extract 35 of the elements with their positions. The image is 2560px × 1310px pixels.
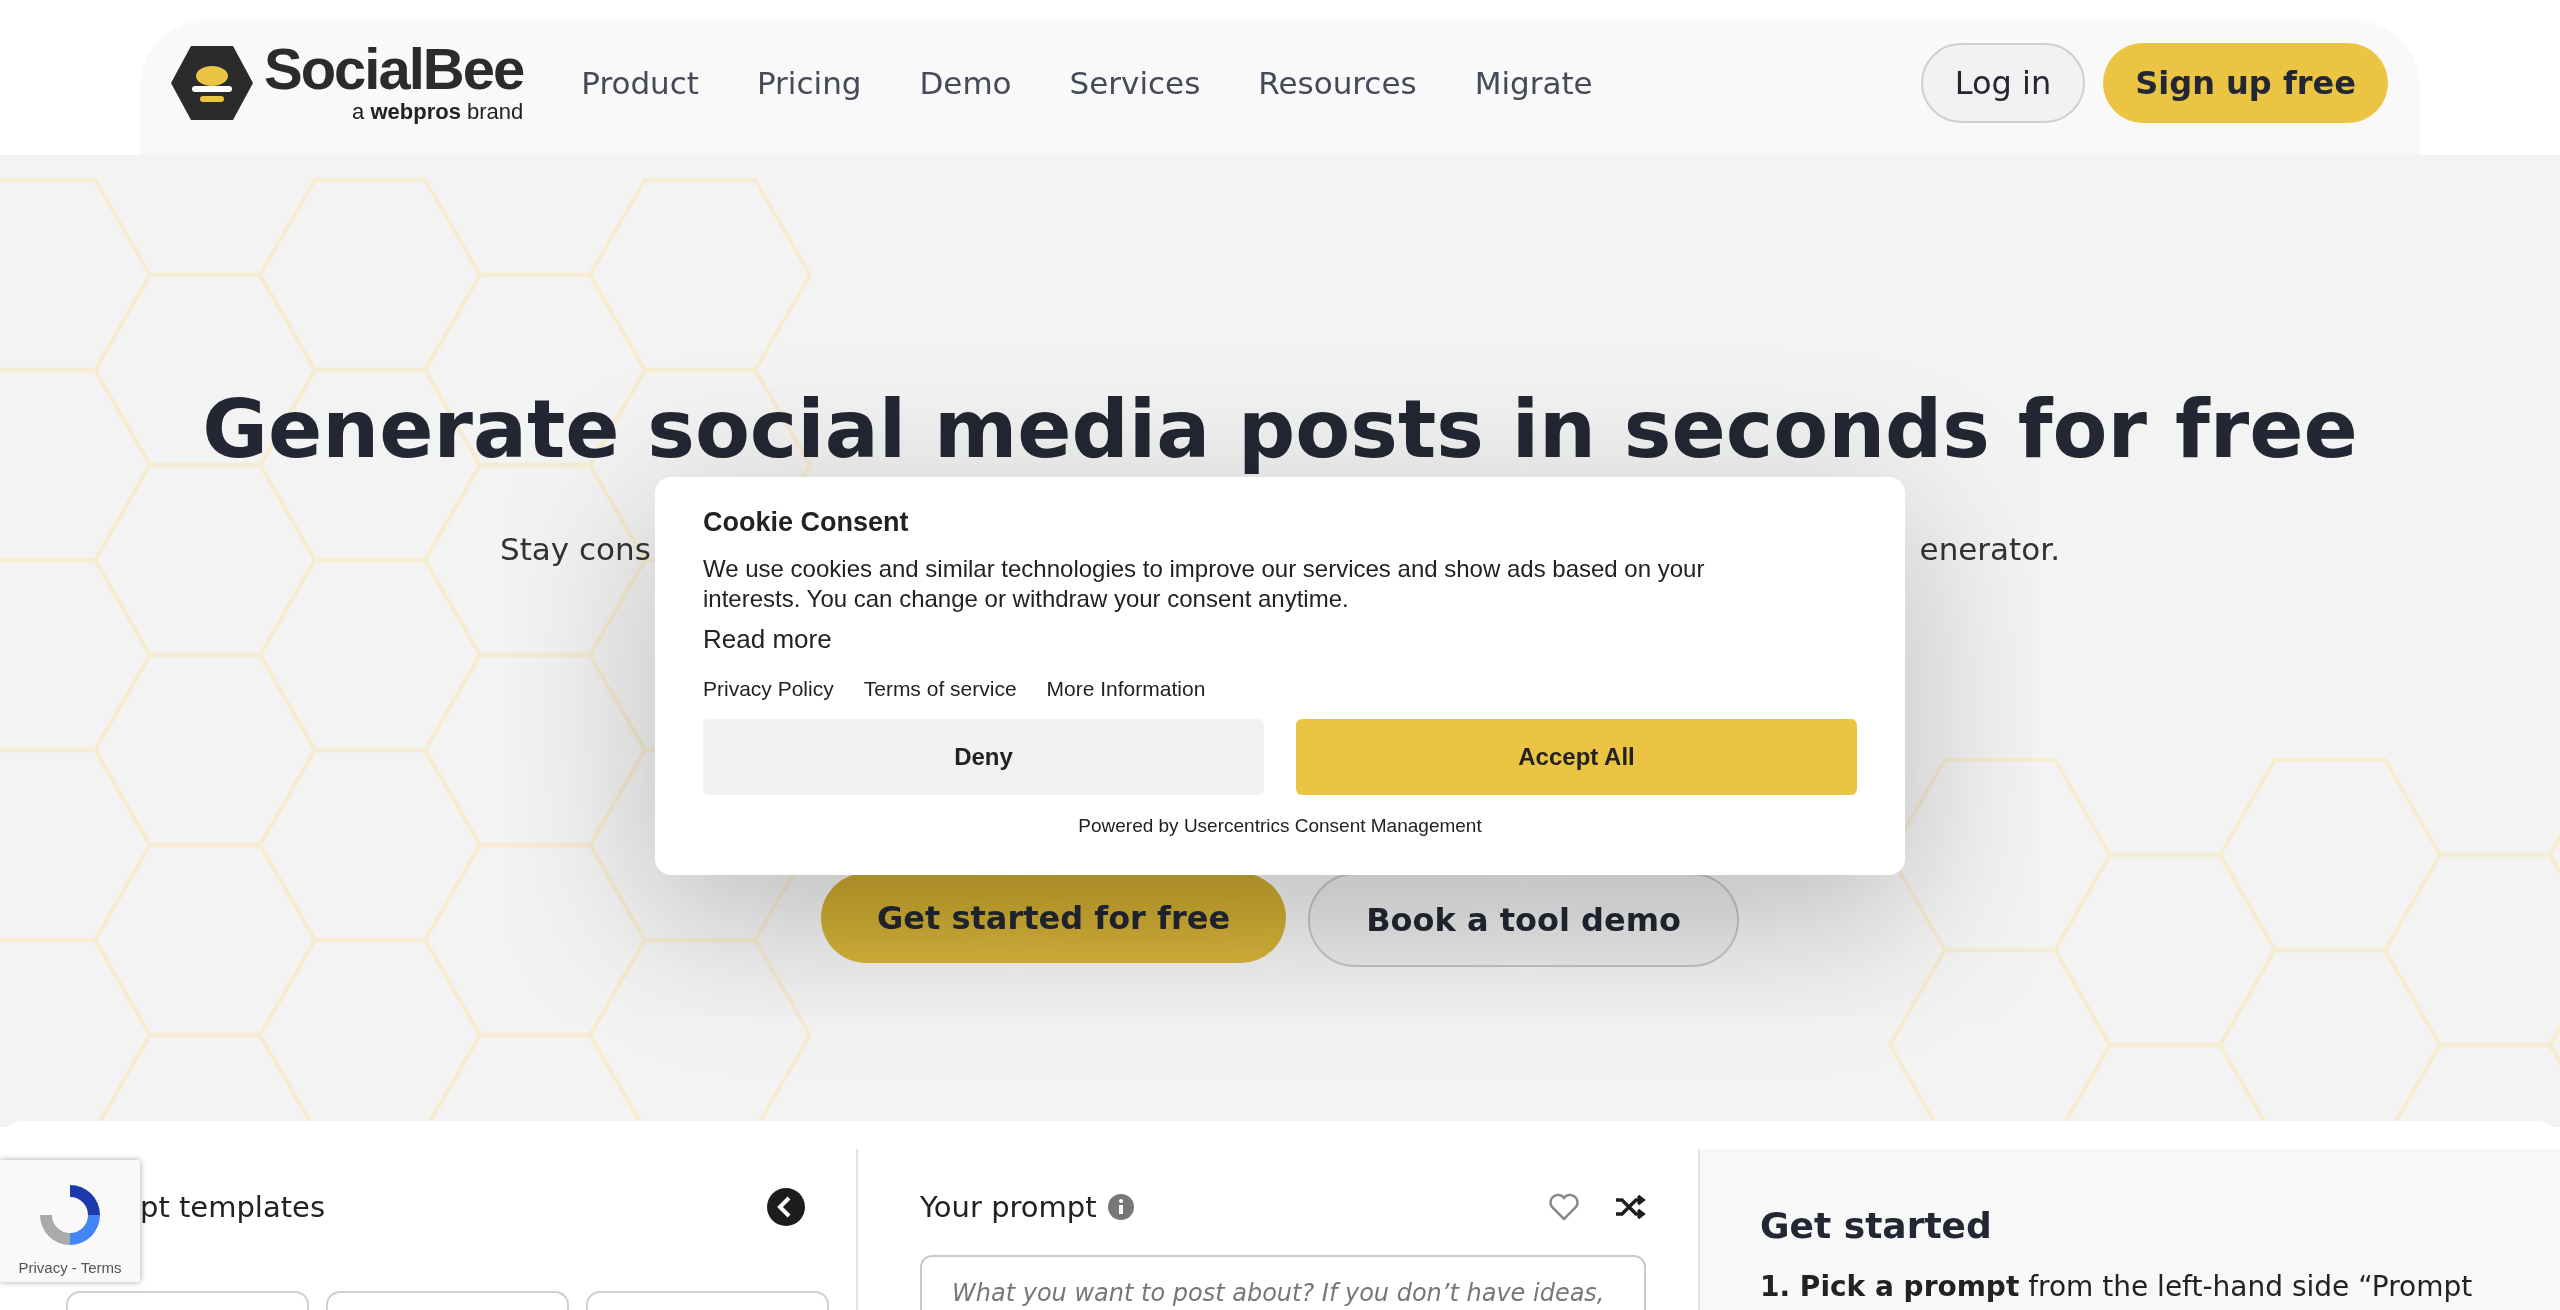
prompt-input-field[interactable]: What you want to post about? If you don’t have ideas, xyxy=(920,1255,1646,1310)
book-demo-button[interactable]: Book a tool demo xyxy=(1308,873,1739,967)
bee-logo-icon xyxy=(170,43,254,122)
dialog-text: We use cookies and similar technologies to improve our services and show ads based on your interests. You can change or withdraw your consent anytime. xyxy=(703,554,1706,614)
nav-link[interactable]: Services xyxy=(1069,64,1201,101)
hero-subtitle: Stay cons xyxy=(500,530,651,569)
policy-link[interactable]: Terms of service xyxy=(863,677,1017,701)
nav-link[interactable]: Migrate xyxy=(1474,64,1593,101)
dialog-title: Cookie Consent xyxy=(703,507,910,538)
read-more-link[interactable]: Read more xyxy=(703,624,832,655)
deny-button[interactable]: Deny xyxy=(703,719,1264,795)
recaptcha-links[interactable]: Privacy - Terms xyxy=(18,1259,122,1276)
step-text: 1. Pick a prompt from the left-hand side “Prompt xyxy=(1760,1270,2474,1303)
section-title: Get started xyxy=(1760,1205,1993,1246)
log-in-button[interactable]: Log in xyxy=(1920,42,2086,123)
nav-link[interactable]: Demo xyxy=(919,64,1012,101)
powered-by-text: Powered by Usercentrics Consent Management xyxy=(1077,815,1483,837)
policy-link[interactable]: Privacy Policy xyxy=(703,677,834,701)
sign-up-button[interactable]: Sign up free xyxy=(2103,42,2388,123)
back-icon[interactable] xyxy=(766,1187,806,1227)
nav-link[interactable]: Product xyxy=(581,64,699,101)
logo-wordmark[interactable]: SocialBee xyxy=(264,40,524,99)
policy-link[interactable]: More Information xyxy=(1046,677,1206,701)
hero-subtitle: enerator. xyxy=(1919,530,2060,569)
heart-icon[interactable] xyxy=(1548,1193,1580,1221)
nav-link[interactable]: Pricing xyxy=(756,64,862,101)
logo-tagline: a webpros brand xyxy=(352,100,524,125)
get-started-button[interactable]: Get started for free xyxy=(821,873,1287,963)
panel-title: Your prompt xyxy=(920,1190,1097,1224)
nav-link[interactable]: Resources xyxy=(1258,64,1417,101)
panel-title: pt templates xyxy=(140,1190,326,1224)
info-icon[interactable] xyxy=(1106,1193,1135,1221)
shuffle-icon[interactable] xyxy=(1614,1193,1646,1221)
accept-all-button[interactable]: Accept All xyxy=(1296,719,1857,795)
hero-title: Generate social media posts in seconds for free xyxy=(202,382,2358,478)
